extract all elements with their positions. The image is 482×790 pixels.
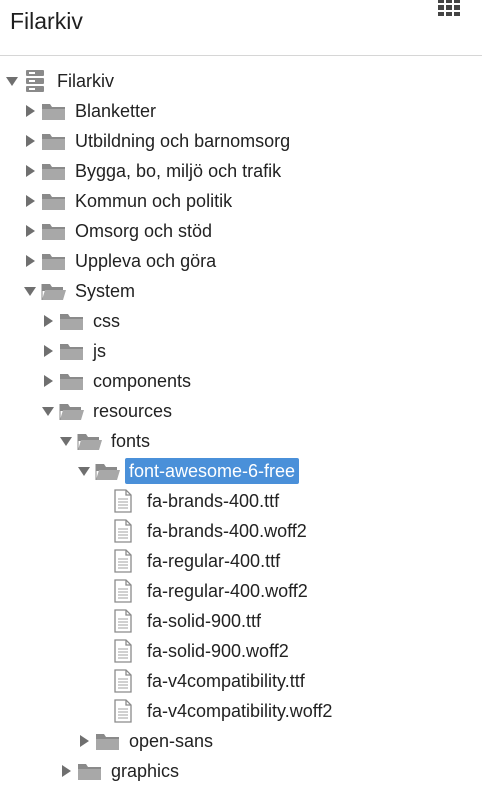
grid-icon[interactable] <box>436 0 466 16</box>
file-icon <box>113 486 141 516</box>
tree-item-blanketter[interactable]: Blanketter <box>22 96 160 126</box>
tree-item-f2[interactable]: fa-brands-400.woff2 <box>94 516 311 546</box>
caret-right-icon[interactable] <box>22 156 38 186</box>
tree-item-label[interactable]: fa-regular-400.woff2 <box>143 578 312 604</box>
file-icon <box>113 546 141 576</box>
caret-right-icon[interactable] <box>22 186 38 216</box>
tree-item-f5[interactable]: fa-solid-900.ttf <box>94 606 265 636</box>
tree-item-label[interactable]: fa-solid-900.ttf <box>143 608 265 634</box>
header: Filarkiv <box>0 0 482 56</box>
tree-item-f3[interactable]: fa-regular-400.ttf <box>94 546 284 576</box>
tree-item-label[interactable]: css <box>89 308 124 334</box>
caret-right-icon[interactable] <box>22 246 38 276</box>
tree-item-bygga[interactable]: Bygga, bo, miljö och trafik <box>22 156 285 186</box>
tree-item-omsorg[interactable]: Omsorg och stöd <box>22 216 216 246</box>
tree-item-root[interactable]: Filarkiv <box>4 66 118 96</box>
file-icon <box>113 606 141 636</box>
file-icon <box>113 576 141 606</box>
tree-item-components[interactable]: components <box>40 366 195 396</box>
tree-item-label[interactable]: Kommun och politik <box>71 188 236 214</box>
tree-item-label[interactable]: System <box>71 278 139 304</box>
tree-item-resources[interactable]: resources <box>40 396 176 426</box>
tree-item-uppleva[interactable]: Uppleva och göra <box>22 246 220 276</box>
folder-icon <box>41 216 69 246</box>
folder-icon <box>59 306 87 336</box>
tree-item-label[interactable]: Omsorg och stöd <box>71 218 216 244</box>
tree-item-f7[interactable]: fa-v4compatibility.ttf <box>94 666 309 696</box>
caret-down-icon[interactable] <box>40 396 56 426</box>
caret-right-icon[interactable] <box>40 366 56 396</box>
tree-item-label[interactable]: Filarkiv <box>53 68 118 94</box>
tree-item-label[interactable]: Uppleva och göra <box>71 248 220 274</box>
file-icon <box>113 516 141 546</box>
folder-icon <box>41 96 69 126</box>
caret-down-icon[interactable] <box>76 456 92 486</box>
tree-item-opensans[interactable]: open-sans <box>76 726 217 756</box>
tree-item-label[interactable]: font-awesome-6-free <box>125 458 300 484</box>
tree-item-f6[interactable]: fa-solid-900.woff2 <box>94 636 293 666</box>
folder-open-icon <box>77 426 105 456</box>
tree-item-label[interactable]: Blanketter <box>71 98 160 124</box>
folder-icon <box>41 156 69 186</box>
tree-item-label[interactable]: resources <box>89 398 176 424</box>
tree-item-label[interactable]: graphics <box>107 758 183 784</box>
tree-item-system[interactable]: System <box>22 276 139 306</box>
caret-down-icon[interactable] <box>4 66 20 96</box>
tree-item-label[interactable]: fa-brands-400.woff2 <box>143 518 311 544</box>
folder-icon <box>95 726 123 756</box>
tree-item-kommun[interactable]: Kommun och politik <box>22 186 236 216</box>
server-icon <box>23 66 51 96</box>
tree-item-label[interactable]: fa-regular-400.ttf <box>143 548 284 574</box>
file-icon <box>113 666 141 696</box>
tree-item-graphics[interactable]: graphics <box>58 756 183 786</box>
folder-icon <box>59 366 87 396</box>
folder-open-icon <box>41 276 69 306</box>
folder-icon <box>59 336 87 366</box>
file-icon <box>113 696 141 726</box>
tree-item-utbildning[interactable]: Utbildning och barnomsorg <box>22 126 294 156</box>
caret-right-icon[interactable] <box>76 726 92 756</box>
tree-item-label[interactable]: fonts <box>107 428 154 454</box>
caret-right-icon[interactable] <box>40 336 56 366</box>
caret-right-icon[interactable] <box>58 756 74 786</box>
caret-right-icon[interactable] <box>22 216 38 246</box>
tree-item-label[interactable]: fa-v4compatibility.woff2 <box>143 698 336 724</box>
folder-icon <box>41 126 69 156</box>
folder-icon <box>41 246 69 276</box>
caret-down-icon[interactable] <box>58 426 74 456</box>
caret-right-icon[interactable] <box>22 96 38 126</box>
caret-right-icon[interactable] <box>22 126 38 156</box>
file-icon <box>113 636 141 666</box>
tree-item-css[interactable]: css <box>40 306 124 336</box>
tree-item-label[interactable]: fa-brands-400.ttf <box>143 488 283 514</box>
tree-item-f1[interactable]: fa-brands-400.ttf <box>94 486 283 516</box>
tree-item-fonts[interactable]: fonts <box>58 426 154 456</box>
folder-open-icon <box>95 456 123 486</box>
tree-item-label[interactable]: js <box>89 338 110 364</box>
tree-item-label[interactable]: open-sans <box>125 728 217 754</box>
caret-down-icon[interactable] <box>22 276 38 306</box>
tree-item-label[interactable]: fa-solid-900.woff2 <box>143 638 293 664</box>
tree-item-label[interactable]: Utbildning och barnomsorg <box>71 128 294 154</box>
tree-item-label[interactable]: fa-v4compatibility.ttf <box>143 668 309 694</box>
folder-open-icon <box>59 396 87 426</box>
tree-item-js[interactable]: js <box>40 336 110 366</box>
tree-item-label[interactable]: Bygga, bo, miljö och trafik <box>71 158 285 184</box>
tree-item-fa6[interactable]: font-awesome-6-free <box>76 456 300 486</box>
caret-right-icon[interactable] <box>40 306 56 336</box>
folder-icon <box>77 756 105 786</box>
tree-item-f4[interactable]: fa-regular-400.woff2 <box>94 576 312 606</box>
tree-item-f8[interactable]: fa-v4compatibility.woff2 <box>94 696 336 726</box>
tree-item-label[interactable]: components <box>89 368 195 394</box>
folder-icon <box>41 186 69 216</box>
page-title: Filarkiv <box>10 8 83 34</box>
